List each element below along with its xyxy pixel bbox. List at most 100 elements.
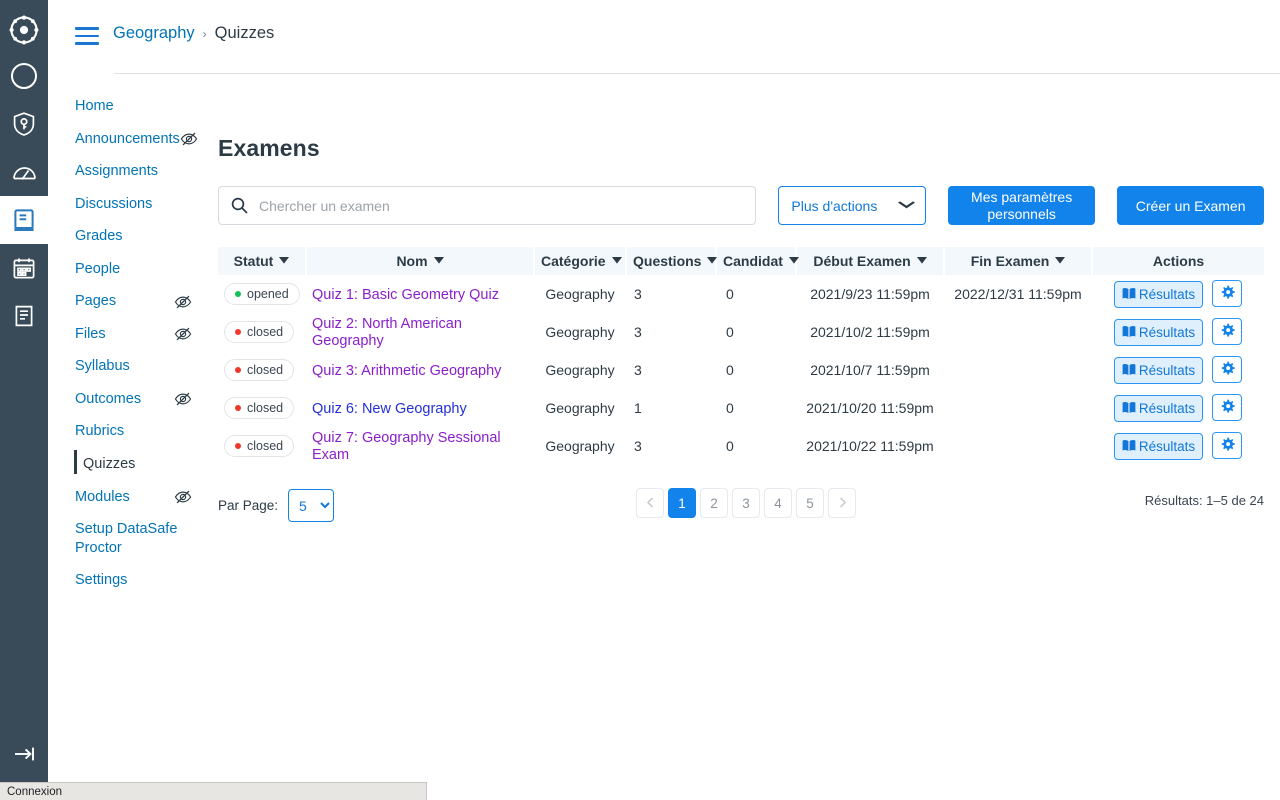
cell-category: Geography [545,400,615,416]
column-header-questions[interactable]: Questions [626,247,718,275]
account-circle-icon[interactable] [0,52,48,100]
cell-start-date: 2021/10/2 11:59pm [810,324,930,340]
results-button[interactable]: Résultats [1113,395,1204,422]
status-badge: closed [224,435,295,457]
pagination-page-1[interactable]: 1 [668,488,696,518]
hamburger-menu-icon[interactable] [75,27,99,45]
pagination-next[interactable] [828,488,856,518]
sidebar-item-label: People [75,260,121,277]
my-personal-settings-label: Mes paramètres personnels [971,189,1073,222]
column-header-candidat[interactable]: Candidat [716,247,799,275]
column-header-label: Actions [1152,253,1205,269]
eye-off-icon [174,390,192,408]
pagination-page-5[interactable]: 5 [796,488,824,518]
quiz-name-link[interactable]: Quiz 7: Geography Sessional Exam [312,430,501,463]
pagination-page-4[interactable]: 4 [764,488,792,518]
sort-caret-icon [1055,256,1066,266]
status-dot-icon [235,367,241,373]
canvas-logo-icon[interactable] [0,8,48,52]
sidebar-item-announcements[interactable]: Announcements [48,123,208,156]
inbox-tray-icon[interactable] [0,292,48,340]
calendar-icon[interactable] [0,244,48,292]
quiz-name-link[interactable]: Quiz 1: Basic Geometry Quiz [312,287,499,303]
gear-icon [1220,361,1235,379]
sidebar-item-setup-datasafe-proctor[interactable]: Setup DataSafe Proctor [48,513,208,564]
cell-name: Quiz 6: New Geography [306,389,534,427]
status-badge: closed [224,321,295,343]
row-settings-button[interactable] [1212,394,1243,421]
sidebar-item-settings[interactable]: Settings [48,564,208,597]
sidebar-item-home[interactable]: Home [48,90,208,123]
cell-start-date: 2021/10/22 11:59pm [806,438,934,454]
status-badge: closed [224,359,295,381]
quiz-name-link[interactable]: Quiz 3: Arithmetic Geography [312,363,501,379]
sidebar-item-outcomes[interactable]: Outcomes [48,383,208,416]
quiz-name-link[interactable]: Quiz 2: North American Geography [312,316,462,349]
more-actions-button[interactable]: Plus d'actions [778,186,926,225]
sidebar-item-people[interactable]: People [48,253,208,286]
dashboard-gauge-icon[interactable] [0,148,48,196]
per-page-select[interactable]: 5102050 [288,489,335,522]
shield-key-icon[interactable] [0,100,48,148]
pagination-page-3[interactable]: 3 [732,488,760,518]
quiz-name-link[interactable]: Quiz 6: New Geography [312,401,467,417]
cell-actions: Résultats [1092,275,1264,313]
results-button-label: Résultats [1138,401,1196,416]
cell-candidates: 0 [726,438,734,454]
sidebar-item-assignments[interactable]: Assignments [48,155,208,188]
quizzes-table: Statut Nom Catégorie Questions Candidat Début… [218,247,1264,465]
pagination-page-2[interactable]: 2 [700,488,728,518]
sidebar-item-grades[interactable]: Grades [48,220,208,253]
sidebar-item-label: Modules [75,488,130,505]
table-row: opened Quiz 1: Basic Geometry Quiz Geograp… [218,275,1264,313]
sidebar-item-pages[interactable]: Pages [48,285,208,318]
my-personal-settings-button[interactable]: Mes paramètres personnels [947,186,1096,225]
cell-start-date: 2021/10/7 11:59pm [810,362,930,378]
arrow-right-logout-icon[interactable] [0,730,48,778]
cell-end-date [944,351,1092,389]
row-settings-button[interactable] [1212,356,1243,383]
column-header-nom[interactable]: Nom [306,247,535,275]
create-exam-label: Créer un Examen [1135,197,1246,214]
more-actions-label: Plus d'actions [791,197,878,214]
status-badge: opened [224,283,300,305]
results-button[interactable]: Résultats [1113,433,1204,460]
search-input[interactable] [218,186,757,225]
sidebar-item-rubrics[interactable]: Rubrics [48,415,208,448]
courses-book-icon[interactable] [0,196,48,244]
column-header-cat-gorie[interactable]: Catégorie [534,247,627,275]
column-header-fin-examen[interactable]: Fin Examen [944,247,1093,275]
sidebar-item-quizzes[interactable]: Quizzes [48,448,208,481]
sidebar-item-label: Pages [75,293,117,310]
gear-icon [1220,323,1235,341]
results-button[interactable]: Résultats [1113,281,1204,308]
sidebar-item-syllabus[interactable]: Syllabus [48,350,208,383]
table-footer: Par Page: 5102050 12345 Résultats: 1–5 d… [218,485,1264,525]
breadcrumb-course-link[interactable]: Geography [113,24,195,43]
pagination-prev[interactable] [636,488,664,518]
sidebar-item-files[interactable]: Files [48,318,208,351]
column-header-d-but-examen[interactable]: Début Examen [796,247,945,275]
row-settings-button[interactable] [1212,280,1243,307]
eye-off-icon [174,488,192,506]
table-row: closed Quiz 3: Arithmetic Geography Geogra… [218,351,1264,389]
results-button[interactable]: Résultats [1113,357,1204,384]
sidebar-item-modules[interactable]: Modules [48,481,208,514]
cell-status: closed [218,351,306,389]
page-root: Geography › Quizzes Home Announcements Ass… [0,0,1280,800]
column-header-label: Statut [233,253,274,269]
status-dot-icon [235,443,241,449]
create-exam-button[interactable]: Créer un Examen [1117,186,1265,225]
status-dot-icon [235,329,241,335]
sidebar-item-discussions[interactable]: Discussions [48,188,208,221]
results-button-label: Résultats [1138,325,1196,340]
table-row: closed Quiz 7: Geography Sessional Exam Ge… [218,427,1264,465]
row-settings-button[interactable] [1212,318,1243,345]
cell-name: Quiz 1: Basic Geometry Quiz [306,275,534,313]
row-settings-button[interactable] [1212,432,1243,459]
column-header-actions: Actions [1092,247,1264,275]
breadcrumb-separator: › [202,26,207,41]
status-label: opened [247,287,289,301]
column-header-statut[interactable]: Statut [218,247,307,275]
results-button[interactable]: Résultats [1113,319,1204,346]
